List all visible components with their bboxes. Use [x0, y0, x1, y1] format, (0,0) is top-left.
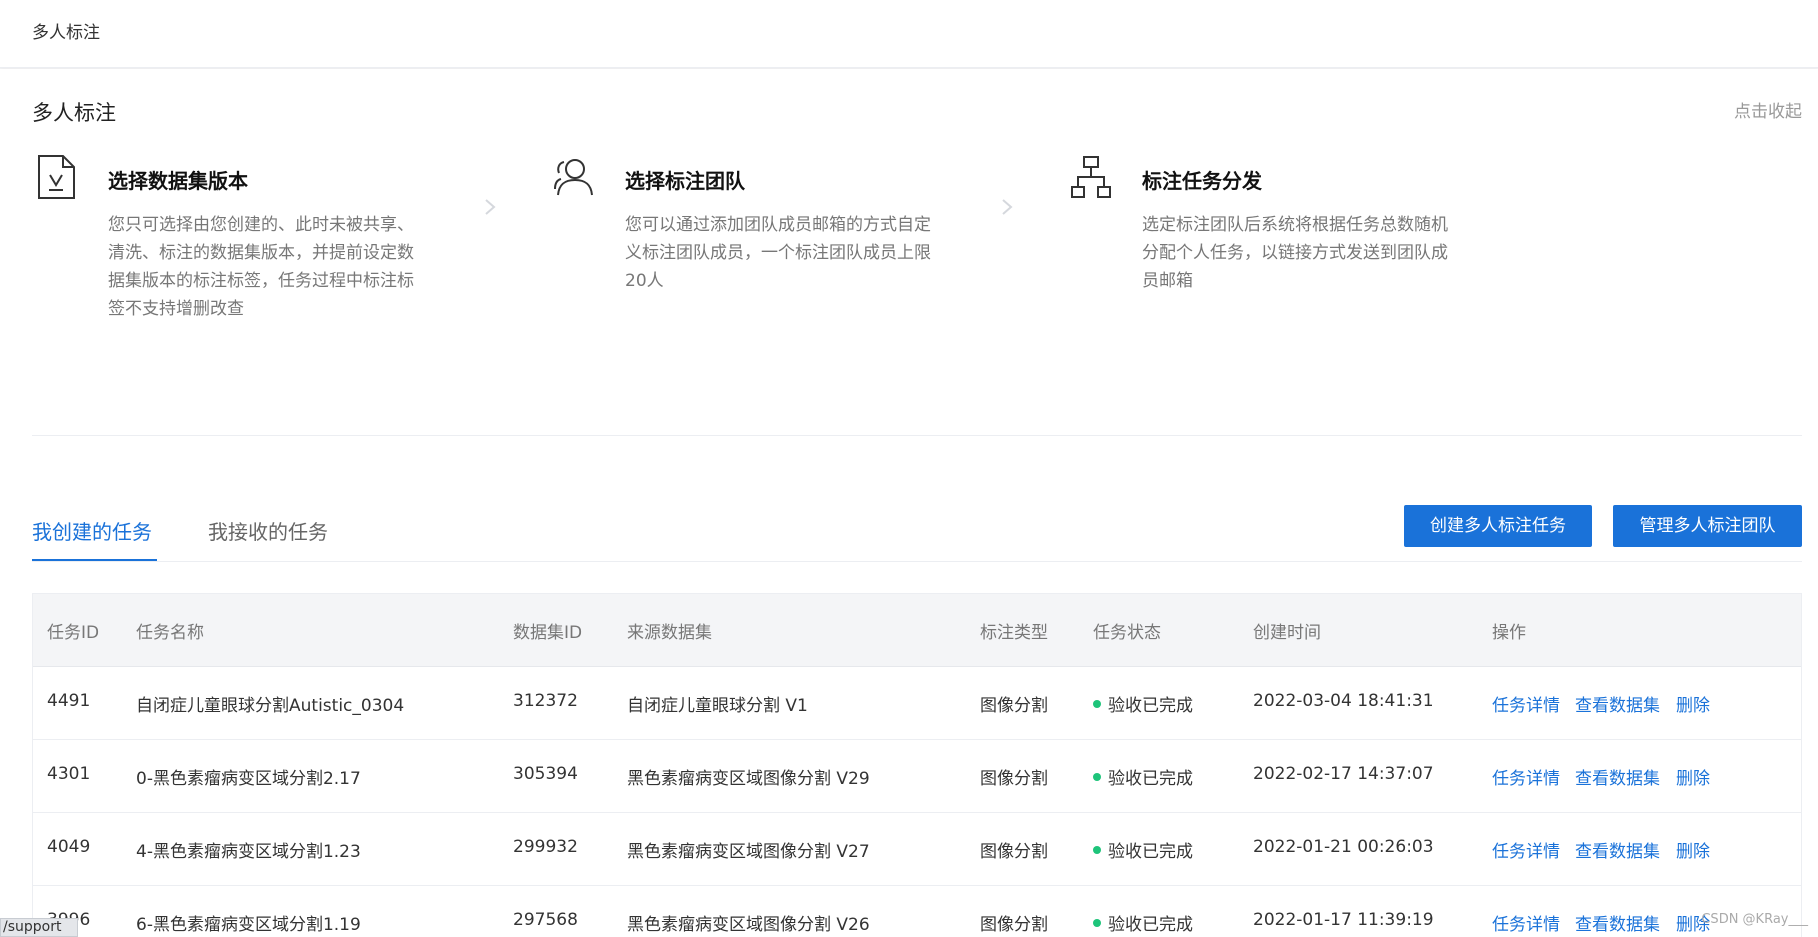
- task-detail-link[interactable]: 任务详情: [1492, 764, 1560, 789]
- create-task-button[interactable]: 创建多人标注任务: [1404, 505, 1592, 547]
- view-dataset-link[interactable]: 查看数据集: [1575, 837, 1660, 862]
- step-title: 选择标注团队: [625, 169, 745, 193]
- table-row: 4049 4-黑色素瘤病变区域分割1.23 299932 黑色素瘤病变区域图像分…: [33, 813, 1801, 886]
- task-detail-link[interactable]: 任务详情: [1492, 910, 1560, 935]
- created-time: 2022-02-17 14:37:07: [1253, 764, 1434, 784]
- document-check-icon: [38, 155, 75, 199]
- col-annotation-type: 标注类型: [980, 623, 1048, 643]
- collapse-link[interactable]: 点击收起: [1734, 97, 1802, 122]
- manage-team-button[interactable]: 管理多人标注团队: [1613, 505, 1802, 547]
- task-status: 验收已完成: [1093, 764, 1193, 789]
- status-dot-icon: [1093, 700, 1101, 708]
- task-detail-link[interactable]: 任务详情: [1492, 691, 1560, 716]
- browser-status-url: /support: [0, 918, 78, 937]
- task-name: 4-黑色素瘤病变区域分割1.23: [136, 842, 361, 862]
- delete-link[interactable]: 删除: [1676, 837, 1710, 862]
- chevron-right-icon: [485, 199, 496, 215]
- tabs-baseline: [32, 561, 1802, 562]
- top-bar: 多人标注: [0, 0, 1818, 68]
- status-text: 验收已完成: [1108, 769, 1193, 789]
- task-id: 4491: [47, 691, 91, 711]
- source-dataset: 黑色素瘤病变区域图像分割 V26: [627, 915, 870, 935]
- annotation-type: 图像分割: [980, 915, 1048, 935]
- task-name: 6-黑色素瘤病变区域分割1.19: [136, 915, 361, 935]
- dataset-id: 297568: [513, 910, 578, 930]
- breadcrumb: 多人标注: [32, 23, 100, 43]
- status-dot-icon: [1093, 919, 1101, 927]
- status-text: 验收已完成: [1108, 842, 1193, 862]
- delete-link[interactable]: 删除: [1676, 691, 1710, 716]
- annotation-type: 图像分割: [980, 769, 1048, 789]
- step-title: 选择数据集版本: [108, 169, 248, 193]
- source-dataset: 自闭症儿童眼球分割 V1: [627, 696, 808, 716]
- tab-my-received-tasks[interactable]: 我接收的任务: [208, 516, 328, 545]
- view-dataset-link[interactable]: 查看数据集: [1575, 910, 1660, 935]
- task-id: 4049: [47, 837, 91, 857]
- section-divider: [32, 435, 1802, 436]
- chevron-right-icon: [1002, 199, 1013, 215]
- step-desc: 您只可选择由您创建的、此时未被共享、清洗、标注的数据集版本，并提前设定数据集版本…: [108, 215, 414, 319]
- task-name: 0-黑色素瘤病变区域分割2.17: [136, 769, 361, 789]
- task-status: 验收已完成: [1093, 691, 1193, 716]
- status-text: 验收已完成: [1108, 915, 1193, 935]
- watermark: CSDN @KRay___: [1701, 912, 1808, 927]
- table-row: 3996 6-黑色素瘤病变区域分割1.19 297568 黑色素瘤病变区域图像分…: [33, 886, 1801, 937]
- annotation-type: 图像分割: [980, 696, 1048, 716]
- created-time: 2022-01-17 11:39:19: [1253, 910, 1434, 930]
- table-header: 任务ID 任务名称 数据集ID 来源数据集 标注类型 任务状态 创建时间 操作: [33, 594, 1801, 667]
- status-dot-icon: [1093, 773, 1101, 781]
- intro-title: 多人标注: [32, 101, 116, 125]
- col-created-time: 创建时间: [1253, 623, 1321, 643]
- step-title: 标注任务分发: [1142, 169, 1262, 193]
- view-dataset-link[interactable]: 查看数据集: [1575, 764, 1660, 789]
- main-content: 多人标注 点击收起 选择数据集版本 您只可选择由您创建的、此时未被共享、清洗、标…: [0, 69, 1818, 937]
- hierarchy-icon: [1071, 156, 1111, 198]
- created-time: 2022-03-04 18:41:31: [1253, 691, 1434, 711]
- dataset-id: 312372: [513, 691, 578, 711]
- task-name: 自闭症儿童眼球分割Autistic_0304: [136, 696, 405, 716]
- task-detail-link[interactable]: 任务详情: [1492, 837, 1560, 862]
- team-icon: [554, 159, 593, 196]
- col-task-id: 任务ID: [47, 623, 100, 643]
- dataset-id: 299932: [513, 837, 578, 857]
- tab-my-created-tasks[interactable]: 我创建的任务: [32, 516, 152, 545]
- step-desc: 您可以通过添加团队成员邮箱的方式自定义标注团队成员，一个标注团队成员上限20人: [625, 215, 931, 291]
- task-id: 4301: [47, 764, 91, 784]
- col-task-status: 任务状态: [1093, 623, 1161, 643]
- dataset-id: 305394: [513, 764, 578, 784]
- table-row: 4491 自闭症儿童眼球分割Autistic_0304 312372 自闭症儿童…: [33, 667, 1801, 740]
- annotation-type: 图像分割: [980, 842, 1048, 862]
- delete-link[interactable]: 删除: [1676, 764, 1710, 789]
- col-dataset-id: 数据集ID: [513, 623, 583, 643]
- created-time: 2022-01-21 00:26:03: [1253, 837, 1434, 857]
- status-dot-icon: [1093, 846, 1101, 854]
- col-source-dataset: 来源数据集: [627, 623, 712, 643]
- source-dataset: 黑色素瘤病变区域图像分割 V27: [627, 842, 870, 862]
- table-row: 4301 0-黑色素瘤病变区域分割2.17 305394 黑色素瘤病变区域图像分…: [33, 740, 1801, 813]
- step-desc: 选定标注团队后系统将根据任务总数随机分配个人任务，以链接方式发送到团队成员邮箱: [1142, 215, 1448, 291]
- col-actions: 操作: [1492, 623, 1526, 643]
- active-tab-indicator: [32, 559, 157, 561]
- source-dataset: 黑色素瘤病变区域图像分割 V29: [627, 769, 870, 789]
- task-status: 验收已完成: [1093, 910, 1193, 935]
- view-dataset-link[interactable]: 查看数据集: [1575, 691, 1660, 716]
- status-text: 验收已完成: [1108, 696, 1193, 716]
- col-task-name: 任务名称: [136, 623, 204, 643]
- task-status: 验收已完成: [1093, 837, 1193, 862]
- task-table: 任务ID 任务名称 数据集ID 来源数据集 标注类型 任务状态 创建时间 操作 …: [32, 593, 1802, 937]
